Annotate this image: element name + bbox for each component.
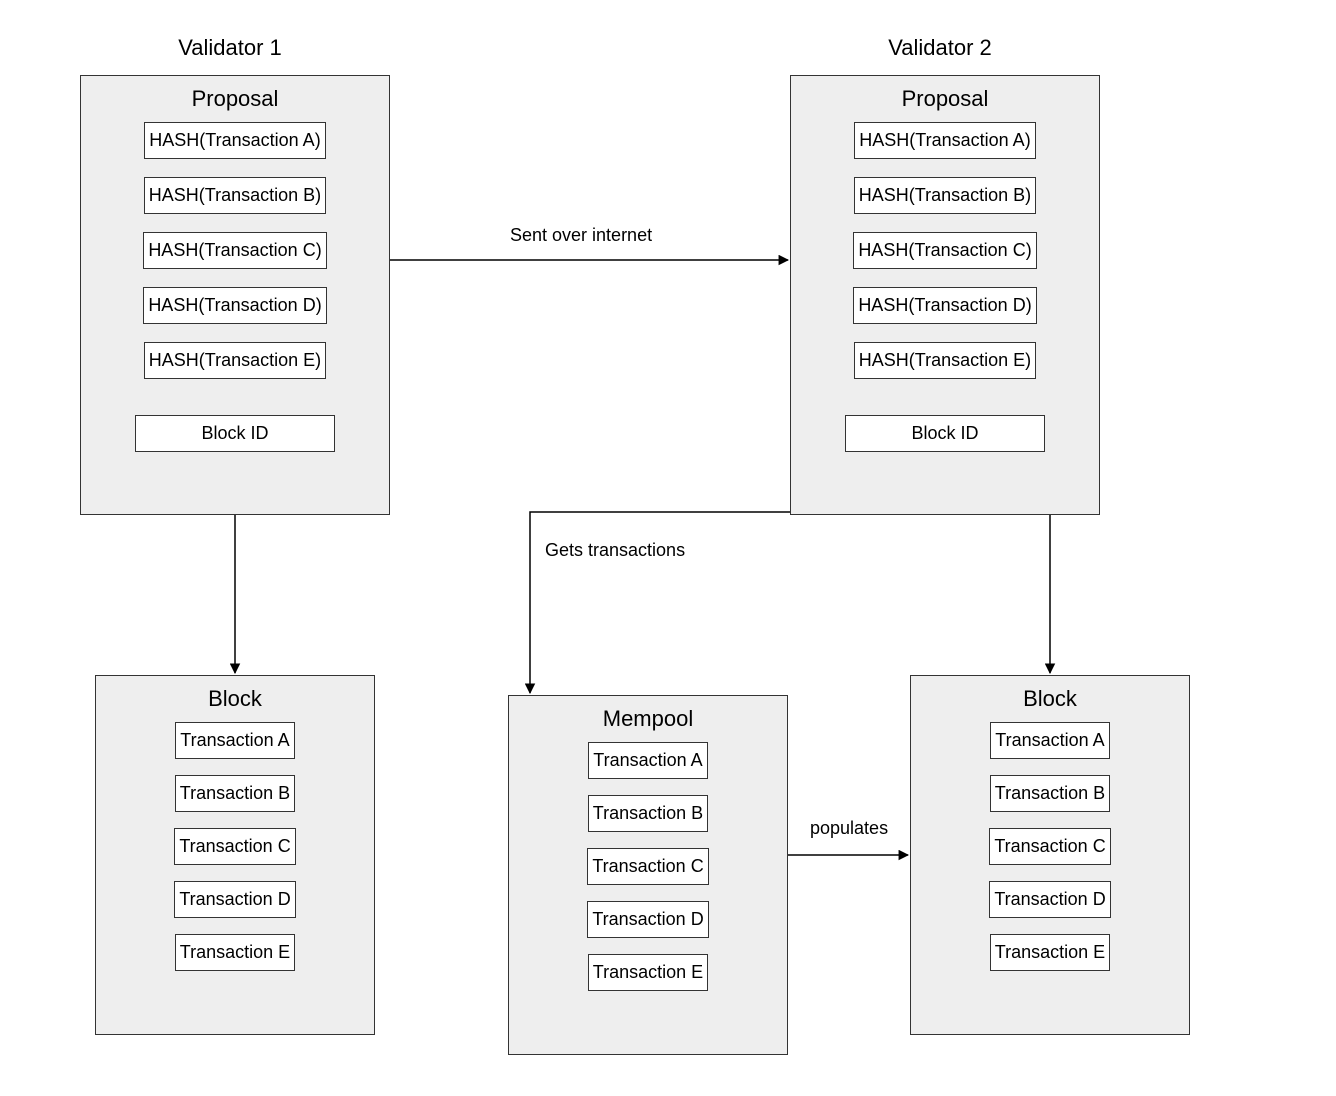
tx-row: Transaction B (588, 795, 708, 832)
proposal-title: Proposal (791, 86, 1099, 112)
hash-row: HASH(Transaction D) (853, 287, 1036, 324)
hash-row: HASH(Transaction C) (143, 232, 326, 269)
hash-row: HASH(Transaction C) (853, 232, 1036, 269)
edge-label-sent: Sent over internet (510, 225, 652, 246)
hash-row: HASH(Transaction A) (144, 122, 325, 159)
tx-row: Transaction D (587, 901, 708, 938)
mempool-panel: Mempool Transaction A Transaction B Tran… (508, 695, 788, 1055)
validator2-block-panel: Block Transaction A Transaction B Transa… (910, 675, 1190, 1035)
edge-label-populates: populates (810, 818, 888, 839)
tx-row: Transaction D (174, 881, 295, 918)
tx-row: Transaction C (587, 848, 708, 885)
validator2-title: Validator 2 (875, 35, 1005, 61)
tx-row: Transaction A (175, 722, 294, 759)
hash-row: HASH(Transaction B) (144, 177, 326, 214)
tx-row: Transaction E (588, 954, 708, 991)
block-id-cell: Block ID (135, 415, 335, 452)
hash-row: HASH(Transaction A) (854, 122, 1035, 159)
block-title: Block (911, 686, 1189, 712)
tx-row: Transaction D (989, 881, 1110, 918)
tx-row: Transaction B (990, 775, 1110, 812)
validator2-proposal-panel: Proposal HASH(Transaction A) HASH(Transa… (790, 75, 1100, 515)
edge-label-gets: Gets transactions (545, 540, 685, 561)
tx-row: Transaction A (588, 742, 707, 779)
tx-row: Transaction C (174, 828, 295, 865)
tx-row: Transaction E (175, 934, 295, 971)
hash-row: HASH(Transaction E) (144, 342, 326, 379)
validator1-title: Validator 1 (165, 35, 295, 61)
tx-row: Transaction E (990, 934, 1110, 971)
tx-row: Transaction B (175, 775, 295, 812)
mempool-title: Mempool (509, 706, 787, 732)
proposal-title: Proposal (81, 86, 389, 112)
validator1-block-panel: Block Transaction A Transaction B Transa… (95, 675, 375, 1035)
block-id-cell: Block ID (845, 415, 1045, 452)
hash-row: HASH(Transaction B) (854, 177, 1036, 214)
validator1-proposal-panel: Proposal HASH(Transaction A) HASH(Transa… (80, 75, 390, 515)
hash-row: HASH(Transaction E) (854, 342, 1036, 379)
tx-row: Transaction A (990, 722, 1109, 759)
tx-row: Transaction C (989, 828, 1110, 865)
hash-row: HASH(Transaction D) (143, 287, 326, 324)
block-title: Block (96, 686, 374, 712)
